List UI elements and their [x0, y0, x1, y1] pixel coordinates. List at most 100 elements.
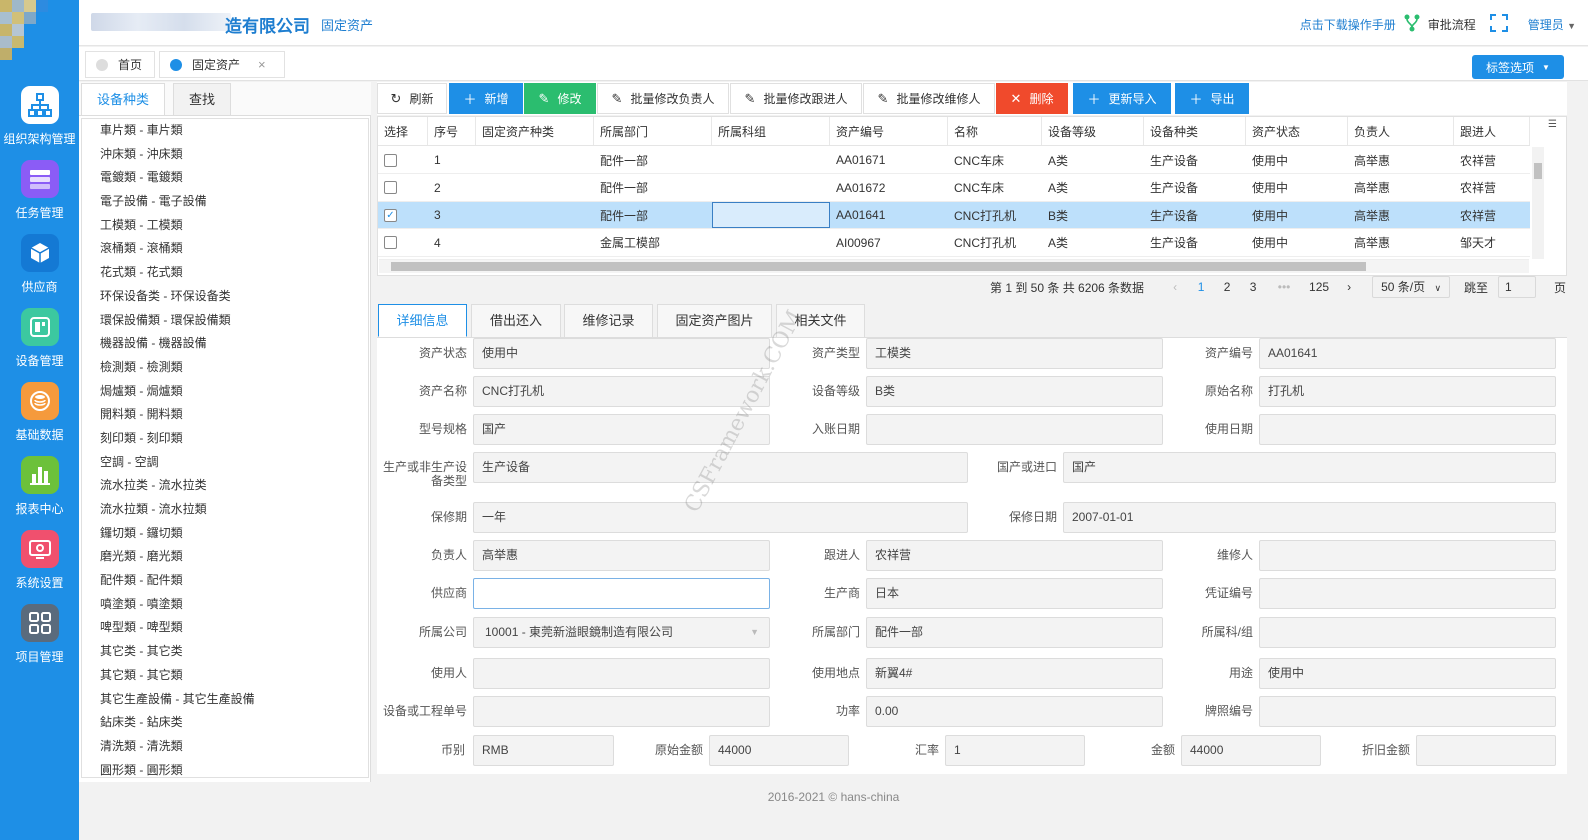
- asset-no-field[interactable]: AA01641: [1259, 338, 1556, 369]
- user-field[interactable]: [473, 658, 770, 689]
- checkbox[interactable]: [384, 236, 397, 249]
- table-row[interactable]: 2 配件一部 AA01672 CNC车床 A类 生产设备 使用中 高举惠 农祥营: [378, 175, 1530, 202]
- close-icon[interactable]: ×: [258, 57, 266, 72]
- category-item[interactable]: 鉆床类 - 鉆床类: [82, 711, 368, 735]
- delete-button[interactable]: ✕ 删除: [996, 83, 1068, 114]
- follower-field[interactable]: 农祥营: [866, 540, 1163, 571]
- vertical-scrollbar[interactable]: [1532, 147, 1544, 259]
- amount-field[interactable]: 44000: [1181, 735, 1321, 766]
- use-date-field[interactable]: [1259, 414, 1556, 445]
- table-row[interactable]: 4 金属工模部 AI00967 CNC打孔机 A类 生产设备 使用中 高举惠 邹天才: [378, 230, 1530, 257]
- column-header[interactable]: 所属部门: [594, 117, 712, 145]
- column-header[interactable]: 选择: [378, 117, 428, 145]
- approval-flow-link[interactable]: 审批流程: [1428, 16, 1476, 33]
- column-header[interactable]: 资产编号: [830, 117, 948, 145]
- category-item[interactable]: 流水拉類 - 流水拉類: [82, 498, 368, 522]
- work-order-field[interactable]: [473, 696, 770, 727]
- category-item[interactable]: 其它类 - 其它类: [82, 640, 368, 664]
- table-row[interactable]: 1 配件一部 AA01671 CNC车床 A类 生产设备 使用中 高举惠 农祥营: [378, 147, 1530, 174]
- column-header[interactable]: 序号: [428, 117, 476, 145]
- column-header[interactable]: 跟进人: [1454, 117, 1530, 145]
- category-item[interactable]: 流水拉类 - 流水拉类: [82, 474, 368, 498]
- category-item[interactable]: 機器設備 - 機器設備: [82, 332, 368, 356]
- tab-lend-return[interactable]: 借出还入: [471, 304, 561, 337]
- currency-field[interactable]: RMB: [473, 735, 614, 766]
- rate-field[interactable]: 1: [945, 735, 1085, 766]
- warranty-date-field[interactable]: 2007-01-01: [1063, 502, 1556, 533]
- column-header[interactable]: 负责人: [1348, 117, 1454, 145]
- goto-input[interactable]: 1: [1498, 276, 1537, 298]
- power-field[interactable]: 0.00: [866, 696, 1163, 727]
- tab-repair-records[interactable]: 维修记录: [564, 304, 653, 337]
- category-item[interactable]: 其它類 - 其它類: [82, 664, 368, 688]
- nav-org[interactable]: 组织架构管理: [0, 86, 79, 156]
- tab-fixed-asset[interactable]: 固定资产 ×: [159, 51, 285, 78]
- page-1[interactable]: 1: [1188, 276, 1214, 298]
- category-item[interactable]: 噴塗類 - 噴塗類: [82, 593, 368, 617]
- depreciation-field[interactable]: [1416, 735, 1556, 766]
- category-item[interactable]: 环保设备类 - 环保设备类: [82, 285, 368, 309]
- page-size-select[interactable]: 50 条/页 ∨: [1372, 276, 1451, 298]
- page-last[interactable]: 125: [1302, 276, 1336, 298]
- tab-search[interactable]: 查找: [173, 83, 231, 115]
- table-row[interactable]: ✓ 3 配件一部 AA01641 CNC打孔机 B类 生产设备 使用中 高举惠 农祥营: [378, 202, 1530, 229]
- category-item[interactable]: 電鍍類 - 電鍍類: [82, 166, 368, 190]
- orig-amount-field[interactable]: 44000: [709, 735, 849, 766]
- origin-field[interactable]: 国产: [1063, 452, 1556, 483]
- tag-options-button[interactable]: 标签选项 ▼: [1472, 55, 1564, 79]
- add-button[interactable]: ＋ 新增: [449, 83, 523, 114]
- category-item[interactable]: 磨光類 - 磨光類: [82, 545, 368, 569]
- checkbox[interactable]: [384, 153, 397, 167]
- tab-detail-info[interactable]: 详细信息: [378, 304, 467, 337]
- nav-device[interactable]: 设备管理: [0, 308, 79, 378]
- category-item[interactable]: 圓形類 - 圓形類: [82, 759, 368, 777]
- owner-field[interactable]: 高举惠: [473, 540, 770, 571]
- update-import-button[interactable]: ＋ 更新导入: [1073, 83, 1171, 114]
- column-header[interactable]: 设备等级: [1042, 117, 1144, 145]
- export-button[interactable]: ＋ 导出: [1175, 83, 1249, 114]
- purpose-field[interactable]: 使用中: [1259, 658, 1556, 689]
- manual-download-link[interactable]: 点击下载操作手册: [1300, 16, 1396, 33]
- maintainer-field[interactable]: [1259, 540, 1556, 571]
- prev-page-icon[interactable]: ‹: [1162, 276, 1188, 298]
- category-item[interactable]: 配件類 - 配件類: [82, 569, 368, 593]
- manufacturer-field[interactable]: 日本: [866, 578, 1163, 609]
- fullscreen-icon[interactable]: [1489, 14, 1508, 35]
- location-field[interactable]: 新翼4#: [866, 658, 1163, 689]
- batch-maintainer-button[interactable]: ✎ 批量修改维修人: [863, 83, 995, 114]
- column-header[interactable]: 所属科组: [712, 117, 830, 145]
- nav-project[interactable]: 项目管理: [0, 604, 79, 674]
- category-item[interactable]: 刻印類 - 刻印類: [82, 427, 368, 451]
- category-item[interactable]: 其它生產設備 - 其它生產設備: [82, 688, 368, 712]
- refresh-button[interactable]: ↻ 刷新: [377, 83, 447, 114]
- checkbox[interactable]: [384, 181, 397, 194]
- batch-follower-button[interactable]: ✎ 批量修改跟进人: [730, 83, 862, 114]
- user-menu[interactable]: 管理员 ▼: [1528, 16, 1576, 33]
- approval-flow-icon[interactable]: [1404, 14, 1420, 35]
- section-field[interactable]: [1259, 617, 1556, 648]
- category-item[interactable]: 花式類 - 花式類: [82, 261, 368, 285]
- horizontal-scrollbar[interactable]: [379, 259, 1529, 273]
- equip-level-field[interactable]: B类: [866, 376, 1163, 407]
- tab-home[interactable]: 首页: [85, 51, 155, 78]
- checkbox-checked-icon[interactable]: ✓: [384, 208, 397, 222]
- edit-button[interactable]: ✎ 修改: [524, 83, 596, 114]
- category-item[interactable]: 工模類 - 工模類: [82, 214, 368, 238]
- page-ellipsis[interactable]: •••: [1266, 276, 1302, 298]
- category-item[interactable]: 電子設備 - 電子設備: [82, 190, 368, 214]
- category-item[interactable]: 清洗類 - 清洗類: [82, 735, 368, 759]
- next-page-icon[interactable]: ›: [1336, 276, 1362, 298]
- asset-type-field[interactable]: 工模类: [866, 338, 1163, 369]
- tab-asset-images[interactable]: 固定资产图片: [657, 304, 772, 337]
- category-item[interactable]: 沖床類 - 沖床類: [82, 143, 368, 167]
- asset-name-field[interactable]: CNC打孔机: [473, 376, 770, 407]
- nav-basedata[interactable]: 基础数据: [0, 382, 79, 452]
- department-field[interactable]: 配件一部: [866, 617, 1163, 648]
- nav-supplier[interactable]: 供应商: [0, 234, 79, 304]
- category-item[interactable]: 空調 - 空調: [82, 451, 368, 475]
- column-header[interactable]: 资产状态: [1246, 117, 1348, 145]
- asset-status-field[interactable]: 使用中: [473, 338, 770, 369]
- nav-settings[interactable]: 系统设置: [0, 530, 79, 600]
- page-3[interactable]: 3: [1240, 276, 1266, 298]
- orig-name-field[interactable]: 打孔机: [1259, 376, 1556, 407]
